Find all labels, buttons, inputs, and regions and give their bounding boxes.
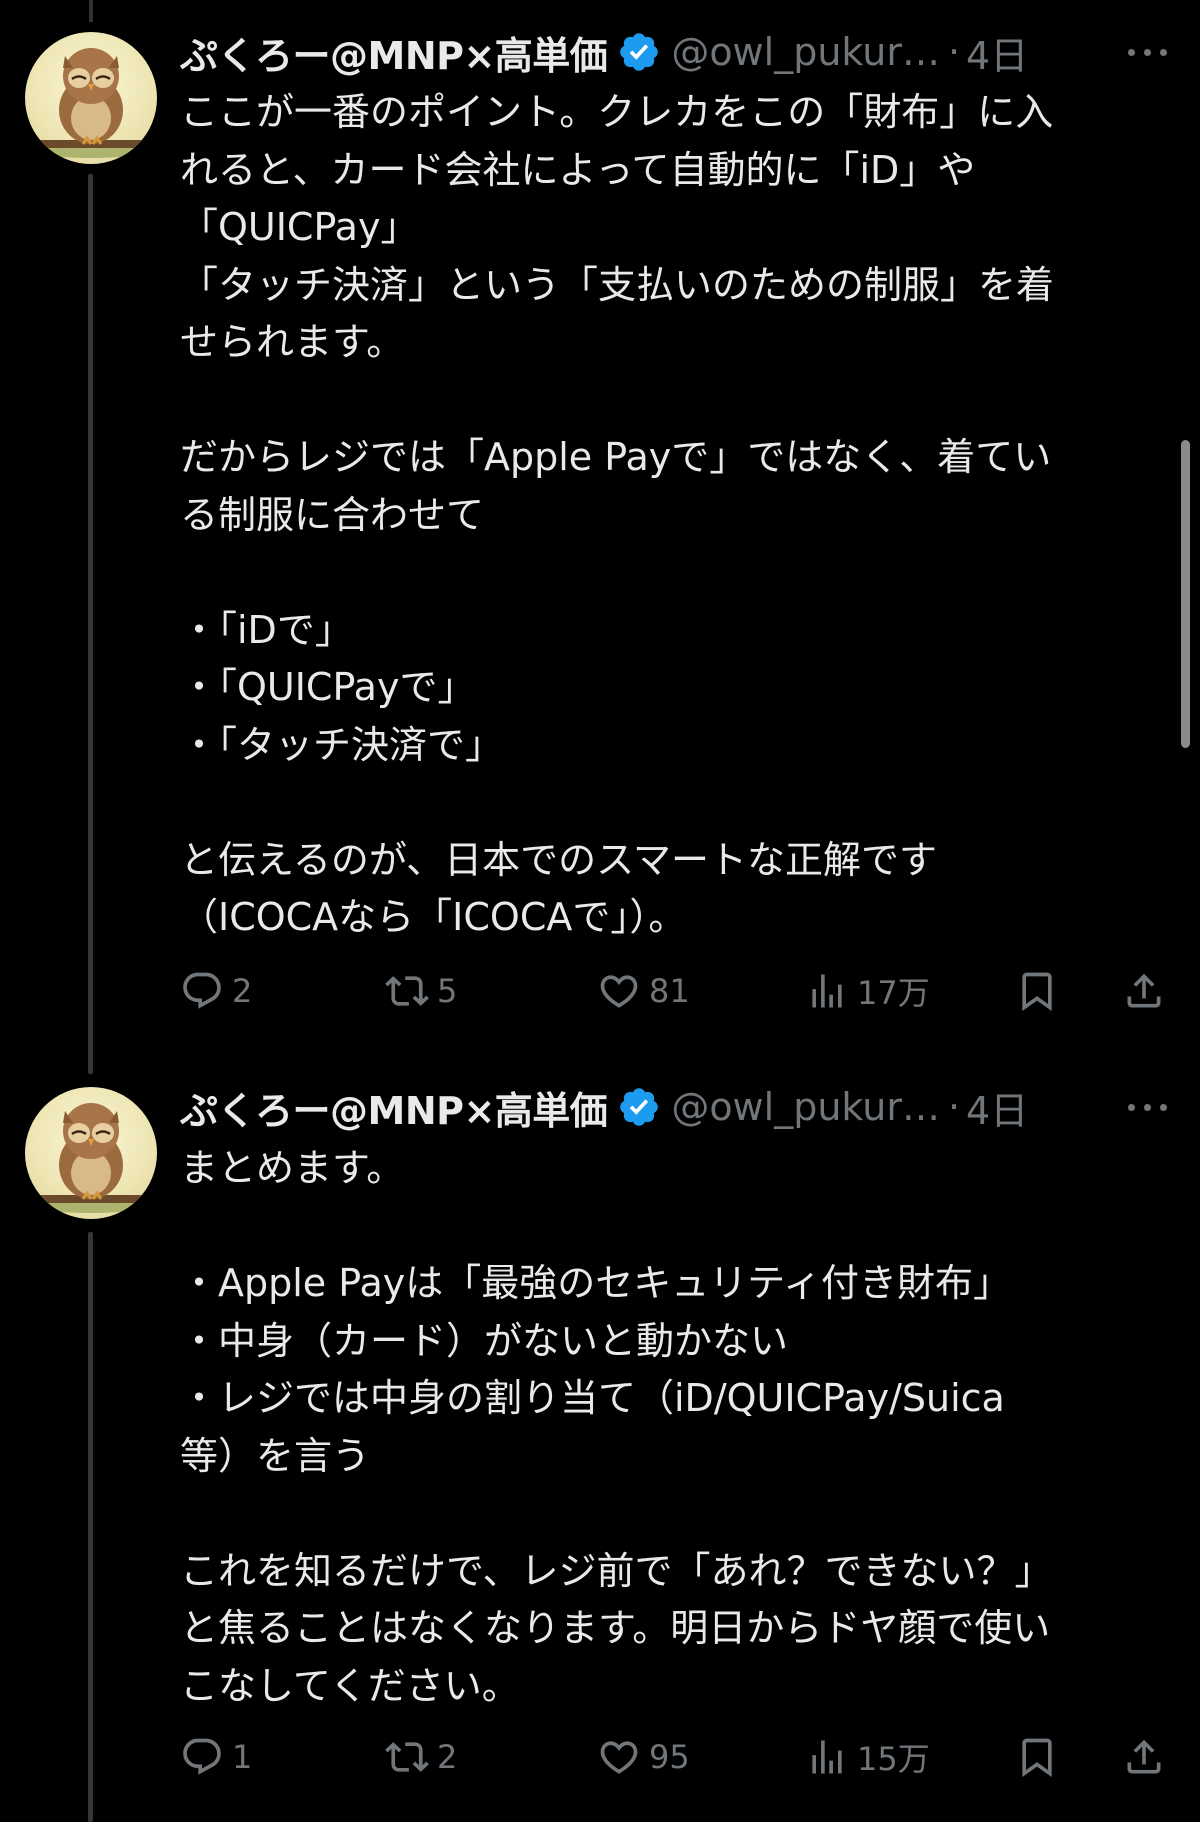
text-line [180,1198,1180,1256]
post-time[interactable]: 4日 [966,1080,1028,1135]
separator-dot: · [947,30,961,74]
repost-icon [385,1742,429,1772]
text-line [180,1485,1180,1543]
share-icon [1127,1739,1161,1774]
like-count: 95 [649,1738,690,1776]
text-line: こなしてください。 [180,1663,520,1708]
repost-icon [385,976,429,1006]
reply-count: 2 [232,972,253,1010]
heart-icon [600,1741,638,1774]
reply-button[interactable]: 1 [180,1727,252,1787]
text-line: ここが一番のポイント。クレカをこの「財布」に入 [180,90,1054,134]
text-line: れると、カード会社によって自動的に「iD」や [180,147,976,192]
text-line: と伝えるのが、日本でのスマートな正解です [180,837,937,882]
action-bar: 2 5 81 17万 [180,961,1180,1021]
text-line: せられます。 [180,320,405,364]
text-line: まとめます。 [180,1146,405,1190]
views-button[interactable]: 17万 [805,961,930,1021]
verified-badge-icon[interactable] [617,1085,661,1129]
share-button[interactable] [1122,1727,1166,1787]
reply-icon [183,972,221,1009]
text-line: ・「QUICPayで」 [180,665,476,709]
text-line [180,372,1180,430]
tweet-text: まとめます。 ・Apple Payは「最強のセキュリティ付き財布」 ・中身（カー… [180,1140,1180,1715]
thread-line-top [89,0,93,22]
text-line: 「タッチ決済」という「支払いのための制服」を着 [180,262,1055,307]
action-bar: 1 2 95 15万 [180,1727,1180,1787]
reply-button[interactable]: 2 [180,961,252,1021]
bookmark-button[interactable] [1015,961,1059,1021]
text-line: ・「iDで」 [180,607,353,652]
like-button[interactable]: 81 [597,961,690,1021]
reply-icon [183,1738,221,1775]
repost-button[interactable]: 5 [385,961,457,1021]
text-line [180,774,1180,832]
scrollbar-thumb[interactable] [1181,440,1190,748]
view-count: 17万 [857,974,930,1012]
repost-count: 5 [437,972,458,1010]
text-line [180,544,1180,602]
thread-line [88,174,93,1074]
share-button[interactable] [1122,961,1166,1021]
text-line: ・レジでは中身の割り当て（iD/QUICPay/Suica [180,1376,1005,1420]
text-line: ・中身（カード）がないと動かない [180,1318,789,1363]
like-button[interactable]: 95 [597,1727,690,1787]
view-count: 15万 [857,1740,930,1778]
thread-line [88,1232,93,1822]
repost-button[interactable]: 2 [385,1727,457,1787]
repost-count: 2 [437,1738,458,1776]
analytics-icon [812,1740,842,1774]
tweet-header: ぷくろー@MNP×高単価 @owl_pukur… · 4日 [180,1077,1180,1137]
like-count: 81 [649,972,690,1010]
reply-count: 1 [232,1738,253,1776]
display-name[interactable]: ぷくろー@MNP×高単価 [180,25,608,80]
heart-icon [600,975,638,1008]
text-line: 「QUICPay」 [180,205,419,249]
analytics-icon [812,974,842,1008]
text-line: と焦ることはなくなります。明日からドヤ顔で使い [180,1606,1051,1650]
bookmark-button[interactable] [1015,1727,1059,1787]
owl-avatar-icon[interactable] [25,1087,157,1219]
text-line: （ICOCAなら「ICOCAで」）。 [180,895,687,939]
text-line: 等）を言う [180,1433,371,1478]
owl-avatar-icon[interactable] [25,32,157,164]
separator-dot: · [947,1085,961,1129]
share-icon [1127,973,1161,1008]
more-options-icon[interactable] [1128,44,1168,60]
more-options-icon[interactable] [1128,1099,1168,1115]
text-line: だからレジでは「Apple Payで」ではなく、着てい [180,435,1052,479]
views-button[interactable]: 15万 [805,1727,930,1787]
text-line: これを知るだけで、レジ前で「あれ？できない？」 [180,1548,1053,1593]
tweet-header: ぷくろー@MNP×高単価 @owl_pukur… · 4日 [180,22,1180,82]
text-line: る制服に合わせて [180,492,485,537]
post-time[interactable]: 4日 [966,25,1028,80]
text-line: ・「タッチ決済で」 [180,722,504,767]
user-handle[interactable]: @owl_pukur… [671,1085,940,1129]
bookmark-icon [1022,1738,1052,1778]
tweet-text: ここが一番のポイント。クレカをこの「財布」に入 れると、カード会社によって自動的… [180,84,1180,947]
bookmark-icon [1022,972,1052,1012]
verified-badge-icon[interactable] [617,30,661,74]
display-name[interactable]: ぷくろー@MNP×高単価 [180,1080,608,1135]
user-handle[interactable]: @owl_pukur… [671,30,940,74]
text-line: ・Apple Payは「最強のセキュリティ付き財布」 [180,1261,1011,1305]
